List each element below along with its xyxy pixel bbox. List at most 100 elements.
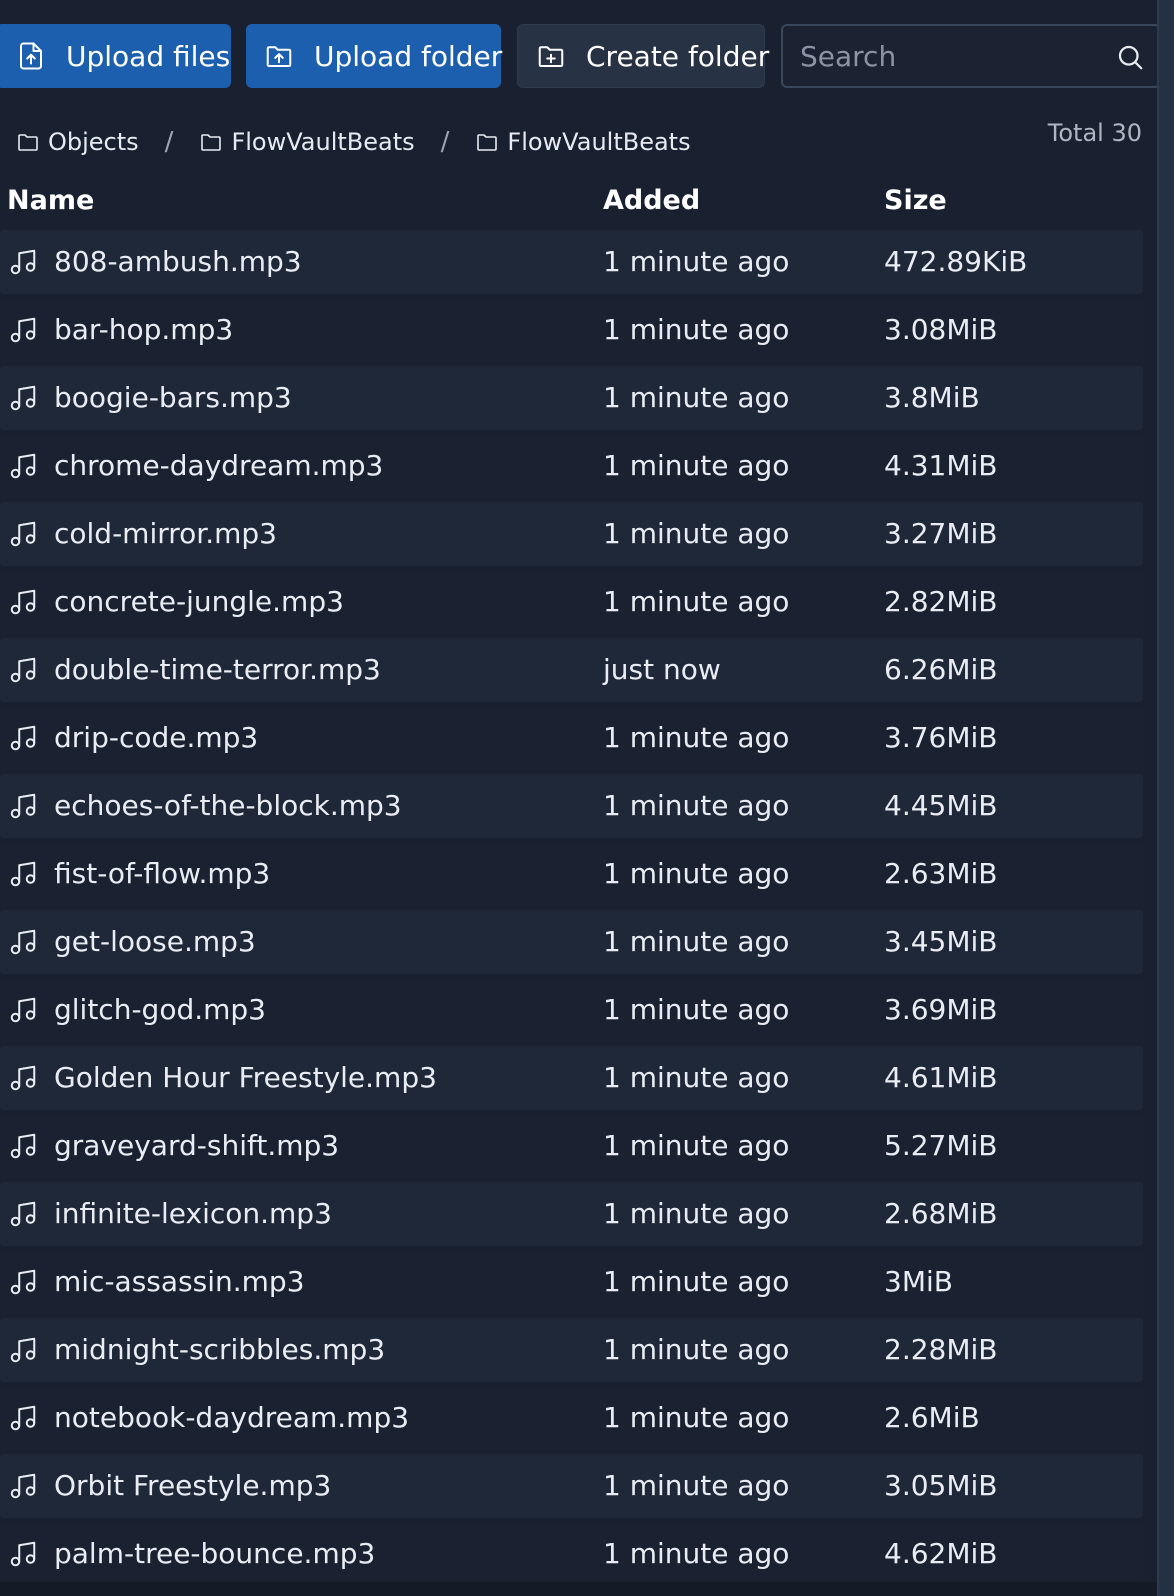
file-name[interactable]: glitch-god.mp3 — [54, 993, 266, 1026]
upload-files-label: Upload files — [66, 39, 231, 73]
table-row[interactable]: chrome-daydream.mp3 1 minute ago 4.31MiB — [0, 434, 1143, 498]
breadcrumb-label: FlowVaultBeats — [231, 128, 415, 156]
file-name[interactable]: 808-ambush.mp3 — [54, 245, 302, 278]
file-size: 3.08MiB — [884, 313, 998, 346]
file-size: 3.69MiB — [884, 993, 998, 1026]
file-name[interactable]: fist-of-flow.mp3 — [54, 857, 270, 890]
breadcrumb-item-flowvaultbeats-current[interactable]: FlowVaultBeats — [475, 128, 691, 156]
file-added: 1 minute ago — [603, 449, 790, 482]
table-row[interactable]: concrete-jungle.mp3 1 minute ago 2.82MiB — [0, 570, 1143, 634]
file-name[interactable]: concrete-jungle.mp3 — [54, 585, 344, 618]
file-added: 1 minute ago — [603, 1129, 790, 1162]
table-row[interactable]: midnight-scribbles.mp3 1 minute ago 2.28Mi… — [0, 1318, 1143, 1382]
music-note-icon — [8, 723, 38, 753]
file-name[interactable]: graveyard-shift.mp3 — [54, 1129, 339, 1162]
file-added: just now — [603, 653, 721, 686]
breadcrumb-item-objects[interactable]: Objects — [16, 128, 139, 156]
table-row[interactable]: Orbit Freestyle.mp3 1 minute ago 3.05MiB — [0, 1454, 1143, 1518]
file-added: 1 minute ago — [603, 1469, 790, 1502]
file-name[interactable]: cold-mirror.mp3 — [54, 517, 277, 550]
file-name[interactable]: infinite-lexicon.mp3 — [54, 1197, 332, 1230]
folder-icon — [475, 130, 499, 154]
table-row[interactable]: infinite-lexicon.mp3 1 minute ago 2.68MiB — [0, 1182, 1143, 1246]
file-added: 1 minute ago — [603, 721, 790, 754]
file-added: 1 minute ago — [603, 1333, 790, 1366]
folder-icon — [16, 130, 40, 154]
table-row[interactable]: graveyard-shift.mp3 1 minute ago 5.27MiB — [0, 1114, 1143, 1178]
table-row[interactable]: notebook-daydream.mp3 1 minute ago 2.6MiB — [0, 1386, 1143, 1450]
column-header-added[interactable]: Added — [603, 185, 700, 216]
music-note-icon — [8, 1335, 38, 1365]
file-name[interactable]: echoes-of-the-block.mp3 — [54, 789, 402, 822]
file-size: 3.45MiB — [884, 925, 998, 958]
column-header-size[interactable]: Size — [884, 185, 947, 216]
table-row[interactable]: fist-of-flow.mp3 1 minute ago 2.63MiB — [0, 842, 1143, 906]
table-row[interactable]: palm-tree-bounce.mp3 1 minute ago 4.62MiB — [0, 1522, 1143, 1586]
file-added: 1 minute ago — [603, 1537, 790, 1570]
file-size: 472.89KiB — [884, 245, 1028, 278]
music-note-icon — [8, 1131, 38, 1161]
music-note-icon — [8, 927, 38, 957]
file-name[interactable]: Orbit Freestyle.mp3 — [54, 1469, 331, 1502]
file-added: 1 minute ago — [603, 1401, 790, 1434]
music-note-icon — [8, 383, 38, 413]
music-note-icon — [8, 315, 38, 345]
file-added: 1 minute ago — [603, 381, 790, 414]
music-note-icon — [8, 1539, 38, 1569]
file-added: 1 minute ago — [603, 993, 790, 1026]
table-row[interactable]: Golden Hour Freestyle.mp3 1 minute ago 4.6… — [0, 1046, 1143, 1110]
table-row[interactable]: glitch-god.mp3 1 minute ago 3.69MiB — [0, 978, 1143, 1042]
file-size: 3.8MiB — [884, 381, 980, 414]
breadcrumb-label: FlowVaultBeats — [507, 128, 691, 156]
file-name[interactable]: notebook-daydream.mp3 — [54, 1401, 409, 1434]
breadcrumb-label: Objects — [48, 128, 139, 156]
search-input[interactable] — [783, 38, 1102, 74]
table-row[interactable]: boogie-bars.mp3 1 minute ago 3.8MiB — [0, 366, 1143, 430]
toolbar: Upload files Upload folder Create folder… — [0, 24, 1161, 88]
file-added: 1 minute ago — [603, 245, 790, 278]
file-name[interactable]: chrome-daydream.mp3 — [54, 449, 383, 482]
file-added: 1 minute ago — [603, 517, 790, 550]
file-name[interactable]: double-time-terror.mp3 — [54, 653, 381, 686]
file-size: 5.27MiB — [884, 1129, 998, 1162]
table-row[interactable]: get-loose.mp3 1 minute ago 3.45MiB — [0, 910, 1143, 974]
file-added: 1 minute ago — [603, 925, 790, 958]
search-icon[interactable] — [1115, 42, 1145, 72]
music-note-icon — [8, 247, 38, 277]
file-added: 1 minute ago — [603, 585, 790, 618]
music-note-icon — [8, 1403, 38, 1433]
breadcrumb-item-flowvaultbeats[interactable]: FlowVaultBeats — [199, 128, 415, 156]
file-size: 3MiB — [884, 1265, 953, 1298]
table-row[interactable]: 808-ambush.mp3 1 minute ago 472.89KiB — [0, 230, 1143, 294]
upload-folder-button[interactable]: Upload folder — [246, 24, 502, 88]
table-row[interactable]: drip-code.mp3 1 minute ago 3.76MiB — [0, 706, 1143, 770]
file-name[interactable]: palm-tree-bounce.mp3 — [54, 1537, 375, 1570]
table-row[interactable]: echoes-of-the-block.mp3 1 minute ago 4.45M… — [0, 774, 1143, 838]
table-row[interactable]: bar-hop.mp3 1 minute ago 3.08MiB — [0, 298, 1143, 362]
file-name[interactable]: bar-hop.mp3 — [54, 313, 233, 346]
file-size: 3.27MiB — [884, 517, 998, 550]
upload-files-button[interactable]: Upload files — [0, 24, 231, 88]
table-row[interactable]: double-time-terror.mp3 just now 6.26MiB — [0, 638, 1143, 702]
music-note-icon — [8, 1471, 38, 1501]
file-size: 4.45MiB — [884, 789, 998, 822]
file-added: 1 minute ago — [603, 1061, 790, 1094]
table-header: Name Added Size — [0, 180, 1143, 226]
file-name[interactable]: midnight-scribbles.mp3 — [54, 1333, 385, 1366]
column-header-name[interactable]: Name — [7, 185, 94, 216]
file-name[interactable]: Golden Hour Freestyle.mp3 — [54, 1061, 437, 1094]
file-name[interactable]: get-loose.mp3 — [54, 925, 256, 958]
folder-icon — [199, 130, 223, 154]
file-name[interactable]: mic-assassin.mp3 — [54, 1265, 305, 1298]
file-size: 2.68MiB — [884, 1197, 998, 1230]
file-name[interactable]: boogie-bars.mp3 — [54, 381, 292, 414]
file-size: 3.05MiB — [884, 1469, 998, 1502]
create-folder-button[interactable]: Create folder — [517, 24, 769, 88]
music-note-icon — [8, 1063, 38, 1093]
file-size: 3.76MiB — [884, 721, 998, 754]
file-size: 6.26MiB — [884, 653, 998, 686]
table-row[interactable]: mic-assassin.mp3 1 minute ago 3MiB — [0, 1250, 1143, 1314]
file-name[interactable]: drip-code.mp3 — [54, 721, 258, 754]
table-row[interactable]: cold-mirror.mp3 1 minute ago 3.27MiB — [0, 502, 1143, 566]
music-note-icon — [8, 791, 38, 821]
